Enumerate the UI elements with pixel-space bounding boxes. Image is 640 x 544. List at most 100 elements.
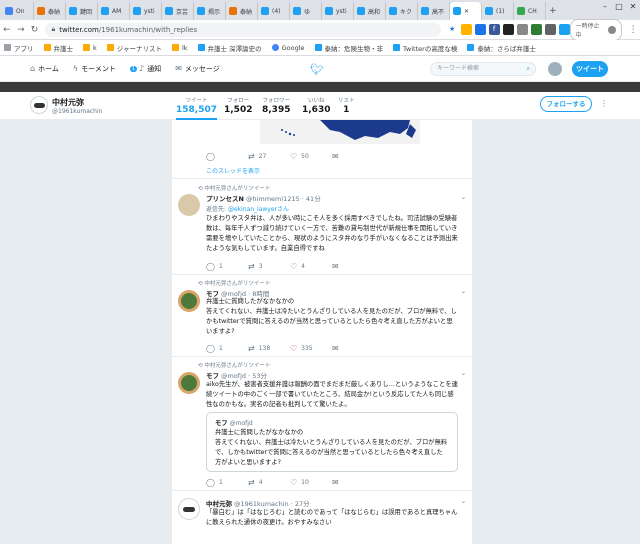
browser-tab[interactable]: 京芸 [162,2,194,20]
search-input[interactable]: キーワード検索 ⌕ [430,62,536,76]
bookmark-item[interactable]: Twitterの高度な検 [393,43,457,53]
like-action[interactable]: ♡ 10 [290,478,332,487]
browser-tab[interactable]: 鍵回 [66,2,98,20]
user-name[interactable]: モフ [206,372,219,380]
dm-action[interactable]: ✉ [332,478,374,487]
extension-icon[interactable] [544,24,556,35]
nav-messages[interactable]: ✉ メッセージ [175,64,220,74]
nav-moments[interactable]: ϟ モーメント [73,64,116,74]
bookmark-item[interactable]: Google [271,44,305,52]
nav-home[interactable]: ⌂ ホーム [30,64,59,74]
maximize-icon[interactable]: □ [612,0,626,14]
browser-tab[interactable]: ysti [130,2,162,20]
browser-tab[interactable]: AM [98,2,130,20]
show-thread-link[interactable]: このスレッドを表示 [206,166,260,175]
window-close-icon[interactable]: ✕ [626,0,640,14]
user-avatar[interactable] [178,290,200,312]
profile-avatar[interactable] [30,96,48,114]
tweet-item[interactable]: 中村元弥 @1961kumachin · 27分 ⌄ 「暴白む」は「はなじろむ」と… [172,490,472,544]
retweet-action[interactable]: ⇄ 3 [248,262,290,271]
browser-tab[interactable]: (1) [482,2,514,20]
twitter-bird-icon[interactable]: 🐦︎ [310,63,324,76]
browser-tab[interactable]: CH [514,2,546,20]
stat-following[interactable]: フォロー 1,502 [224,96,252,115]
facebook-icon[interactable]: f [488,24,500,35]
bookmark-item[interactable]: 弁護士 深澤論史の [197,43,262,53]
chevron-down-icon[interactable]: ⌄ [461,498,466,505]
reply-action[interactable]: ◯ 1 [206,262,248,271]
tweet-item[interactable]: 中村元弥さんがリツイート プリンセスN@himmemi1215 · 41分 ⌄ … [172,178,472,274]
extension-icon[interactable] [474,24,486,35]
menu-dots-icon[interactable]: ⋮ [626,25,640,35]
browser-tab[interactable]: 揭示 [194,2,226,20]
chevron-down-icon[interactable]: ⌄ [461,194,466,201]
chevron-down-icon[interactable]: ⌄ [461,370,466,377]
retweet-action[interactable]: ⇄ 138 [248,344,290,353]
browser-tab[interactable]: 高和 [354,2,386,20]
browser-tab[interactable]: (4) [258,2,290,20]
retweet-action[interactable]: ⇄ 4 [248,478,290,487]
quoted-tweet[interactable]: モフ @mofjd 弁護士に質問したがなかなかの 答えてくれない、弁護士は冷たいと… [206,412,458,472]
user-avatar[interactable] [178,194,200,216]
extension-icon[interactable] [460,24,472,35]
browser-tab[interactable]: 高不 [418,2,450,20]
browser-tab[interactable]: ゆ [290,2,322,20]
like-action[interactable]: ♡ 50 [290,152,332,161]
bookmark-item[interactable]: アプリ [4,43,34,53]
reply-to-link[interactable]: @ekinan_lawyerさん [228,206,289,213]
tweet-button[interactable]: ツイート [572,61,608,77]
like-action[interactable]: ♡ 335 [290,344,332,353]
account-avatar[interactable] [548,62,562,76]
tweet-item[interactable]: 中村元弥さんがリツイート モフ@mofjd · 53分 ⌄ aiko先生が、被害… [172,356,472,490]
user-name[interactable]: プリンセスN [206,195,244,203]
dm-action[interactable]: ✉ [332,152,374,161]
bookmark-item[interactable]: k [83,44,97,52]
reply-action[interactable]: ◯ 1 [206,344,248,353]
twitter-extension-icon[interactable] [558,24,570,35]
bookmark-item[interactable]: ジャーナリスト [106,43,162,53]
reply-action[interactable]: ◯ [206,152,248,161]
reply-action[interactable]: ◯ 1 [206,478,248,487]
tweet-item[interactable]: 中村元弥さんがリツイート モフ@mofjd · 8時間 ⌄ 弁護士に質問したがな… [172,274,472,356]
dm-action[interactable]: ✉ [332,262,374,271]
more-options-icon[interactable]: ⋮ [600,99,608,108]
browser-tab[interactable]: 泰納 [34,2,66,20]
reload-icon[interactable]: ↻ [28,25,42,35]
stat-tweets[interactable]: ツイート 158,507 [176,96,217,120]
follow-button[interactable]: フォローする [540,96,592,112]
extension-icon[interactable] [516,24,528,35]
bookmark-item[interactable]: lk [171,44,188,52]
bookmark-item[interactable]: 弁護士 [43,43,73,53]
user-avatar[interactable] [178,372,200,394]
tab-close-icon[interactable]: ✕ [464,8,469,15]
forward-icon[interactable]: → [14,25,28,35]
tweet-map-image[interactable] [260,120,420,144]
like-action[interactable]: ♡ 4 [290,262,332,271]
chevron-down-icon[interactable]: ⌄ [461,288,466,295]
profile-pause-button[interactable]: 一時停止中 [569,18,623,41]
browser-tab[interactable]: ysti [322,2,354,20]
browser-tab[interactable]: 泰納 [226,2,258,20]
browser-tab-active[interactable]: ✕ [450,2,482,20]
extension-icon[interactable] [530,24,542,35]
star-icon[interactable]: ★ [447,24,458,35]
stat-lists[interactable]: リスト 1 [338,96,355,115]
stat-followers[interactable]: フォロワー 8,395 [262,96,290,115]
profile-name[interactable]: 中村元弥 [52,97,84,108]
search-icon[interactable]: ⌕ [527,63,530,75]
back-icon[interactable]: ← [0,25,14,35]
dm-action[interactable]: ✉ [332,344,374,353]
extension-icon[interactable] [502,24,514,35]
browser-tab[interactable]: キク [386,2,418,20]
browser-tab[interactable]: On [2,2,34,20]
new-tab-icon[interactable]: + [546,2,560,20]
nav-notifications[interactable]: 1 ♪ 通知 [129,64,161,74]
user-avatar[interactable] [178,498,200,520]
retweet-action[interactable]: ⇄ 27 [248,152,290,161]
user-name[interactable]: 中村元弥 [206,500,232,508]
bookmark-item[interactable]: 泰納：さらば弁護士 [467,43,536,53]
minimize-icon[interactable]: – [598,0,612,14]
stat-likes[interactable]: いいね 1,630 [302,96,330,115]
url-field[interactable]: 🔒︎ twitter.com/1961kumachin/with_replies [45,22,441,37]
bookmark-item[interactable]: 泰納：危険生物・非 [314,43,383,53]
